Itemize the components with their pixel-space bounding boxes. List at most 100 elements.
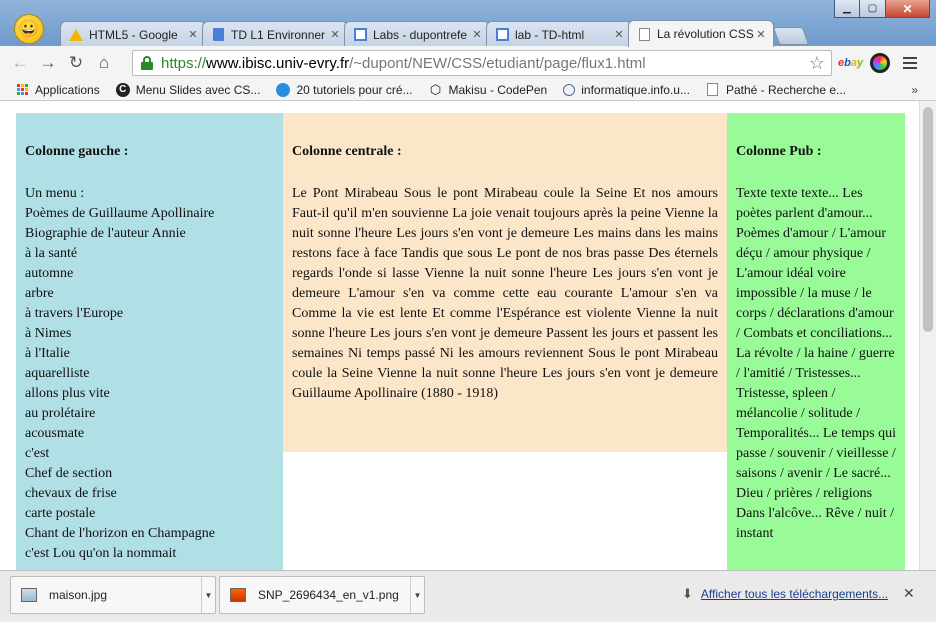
ebay-extension-icon[interactable]: ebay <box>838 52 863 74</box>
menu-item: à l'Italie <box>25 346 70 361</box>
menu-item: chevaux de frise <box>25 486 117 501</box>
bookmarks-overflow-icon[interactable]: » <box>911 83 918 97</box>
page-icon <box>637 27 651 41</box>
chevron-down-icon[interactable]: ▼ <box>410 577 424 613</box>
tab-close-icon[interactable]: ✕ <box>755 28 767 41</box>
bookmark-informatique[interactable]: informatique.info.u... <box>563 83 690 97</box>
bookmarks-bar: Applications C Menu Slides avec CS... 20… <box>0 79 936 101</box>
image-file-icon <box>21 588 37 602</box>
menu-item: Poèmes de Guillaume Apollinaire <box>25 206 215 221</box>
left-column-title: Colonne gauche : <box>25 144 129 159</box>
menu-item: Chant de l'horizon en Champagne <box>25 526 215 541</box>
menu-item: arbre <box>25 286 54 301</box>
center-column-title: Colonne centrale : <box>292 144 402 159</box>
tab-title: La révolution CSS <box>657 27 754 41</box>
window-titlebar: 😀 HTML5 - Google ✕ TD L1 Environner ✕ La… <box>0 0 936 47</box>
menu-item: carte postale <box>25 506 96 521</box>
bookmark-star-icon[interactable]: ☆ <box>809 53 825 74</box>
home-icon[interactable]: ⌂ <box>90 51 118 75</box>
google-slides-icon <box>495 28 509 42</box>
menu-item: à la santé <box>25 246 78 261</box>
vertical-scrollbar[interactable] <box>919 101 936 570</box>
reload-icon[interactable]: ↻ <box>62 51 90 75</box>
menu-item: aquarelliste <box>25 366 90 381</box>
tab-close-icon[interactable]: ✕ <box>329 28 341 41</box>
bookmark-label: 20 tutoriels pour cré... <box>296 82 413 97</box>
tab-close-icon[interactable]: ✕ <box>471 28 483 41</box>
color-extension-icon[interactable] <box>870 53 890 73</box>
google-docs-icon <box>211 28 225 42</box>
center-column: Colonne centrale : Le Pont Mirabeau Sous… <box>283 113 727 452</box>
menu-item: à Nimes <box>25 326 72 341</box>
menu-item: acousmate <box>25 426 85 441</box>
url-scheme: https:// <box>161 54 207 72</box>
left-column: Colonne gauche : Un menu : Poèmes de Gui… <box>16 113 283 570</box>
poem-text: Le Pont Mirabeau Sous le pont Mirabeau c… <box>292 186 718 401</box>
ad-column-title: Colonne Pub : <box>736 144 822 159</box>
tab-title: Labs - dupontrefe <box>373 27 468 42</box>
new-tab-button[interactable] <box>772 27 810 45</box>
window-controls: ▁ ▢ ✕ <box>834 0 930 18</box>
tab-title: TD L1 Environner <box>231 27 326 42</box>
tab-labs[interactable]: Labs - dupontrefe ✕ <box>344 21 490 47</box>
menu-item: allons plus vite <box>25 386 110 401</box>
tab-title: HTML5 - Google <box>89 27 178 42</box>
download-arrow-icon: ⬇ <box>682 586 693 601</box>
apps-grid-icon <box>15 83 29 97</box>
profile-avatar-icon[interactable]: 😀 <box>14 14 44 44</box>
bookmark-label: Makisu - CodePen <box>448 82 548 97</box>
download-item-maison[interactable]: maison.jpg ▼ <box>10 576 216 614</box>
ad-text: Texte texte texte... Les poètes parlent … <box>736 186 896 541</box>
page-content: Colonne gauche : Un menu : Poèmes de Gui… <box>16 113 905 570</box>
forward-arrow-icon[interactable]: → <box>34 51 62 75</box>
page-viewport: Colonne gauche : Un menu : Poèmes de Gui… <box>0 101 936 570</box>
png-file-icon <box>230 588 246 602</box>
bookmark-menu-slides[interactable]: C Menu Slides avec CS... <box>115 82 261 97</box>
url-host: www.ibisc.univ-evry.fr <box>206 54 350 72</box>
google-slides-icon <box>353 28 367 42</box>
scrollbar-thumb[interactable] <box>923 107 933 332</box>
lock-icon <box>141 56 153 70</box>
menu-item: à travers l'Europe <box>25 306 124 321</box>
menu-intro: Un menu : <box>25 186 85 201</box>
maximize-icon[interactable]: ▢ <box>860 0 886 18</box>
browser-toolbar: ← → ↻ ⌂ https://www.ibisc.univ-evry.fr/~… <box>0 46 936 79</box>
c-logo-icon: C <box>115 82 130 97</box>
url-path: /~dupont/NEW/CSS/etudiant/page/flux1.htm… <box>349 54 646 72</box>
bookmark-applications[interactable]: Applications <box>15 83 100 97</box>
menu-item: automne <box>25 266 74 281</box>
menu-item: Biographie de l'auteur Annie <box>25 226 186 241</box>
window-close-icon[interactable]: ✕ <box>886 0 930 18</box>
show-all-downloads-link[interactable]: Afficher tous les téléchargements... <box>701 587 888 601</box>
tab-td-l1[interactable]: TD L1 Environner ✕ <box>202 21 348 47</box>
address-bar[interactable]: https://www.ibisc.univ-evry.fr/~dupont/N… <box>132 50 832 76</box>
menu-item: c'est <box>25 446 50 461</box>
bookmark-label: Pathé - Recherche e... <box>725 82 847 97</box>
download-item-snp[interactable]: SNP_2696434_en_v1.png ▼ <box>219 576 425 614</box>
blue-dot-icon <box>276 82 291 97</box>
tab-revolution-css[interactable]: La révolution CSS ✕ <box>628 20 774 47</box>
minimize-icon[interactable]: ▁ <box>834 0 860 18</box>
bookmark-20-tutoriels[interactable]: 20 tutoriels pour cré... <box>276 82 413 97</box>
tab-close-icon[interactable]: ✕ <box>613 28 625 41</box>
bookmark-label: Menu Slides avec CS... <box>135 82 261 97</box>
bookmark-makisu-codepen[interactable]: ⬡ Makisu - CodePen <box>429 82 548 97</box>
menu-list: Poèmes de Guillaume Apollinaire Biographi… <box>25 204 274 564</box>
page-icon <box>706 83 720 97</box>
chevron-down-icon[interactable]: ▼ <box>201 577 215 613</box>
bookmark-label: informatique.info.u... <box>581 82 690 97</box>
menu-item: Chef de section <box>25 466 113 481</box>
globe-icon <box>563 83 576 96</box>
show-all-downloads[interactable]: ⬇ Afficher tous les téléchargements... <box>682 586 888 602</box>
tab-close-icon[interactable]: ✕ <box>187 28 199 41</box>
menu-item: c'est Lou qu'on la nommait <box>25 546 177 561</box>
tab-lab-td-html[interactable]: lab - TD-html ✕ <box>486 21 632 47</box>
tab-strip: HTML5 - Google ✕ TD L1 Environner ✕ Labs… <box>60 20 810 47</box>
close-download-bar-icon[interactable]: ✕ <box>903 585 915 602</box>
tab-html5-google[interactable]: HTML5 - Google ✕ <box>60 21 206 47</box>
chrome-menu-icon[interactable] <box>903 54 917 72</box>
back-arrow-icon[interactable]: ← <box>6 51 34 75</box>
bookmark-label: Applications <box>35 82 100 97</box>
bookmark-pathe[interactable]: Pathé - Recherche e... <box>706 83 846 97</box>
menu-item: au prolétaire <box>25 406 96 421</box>
